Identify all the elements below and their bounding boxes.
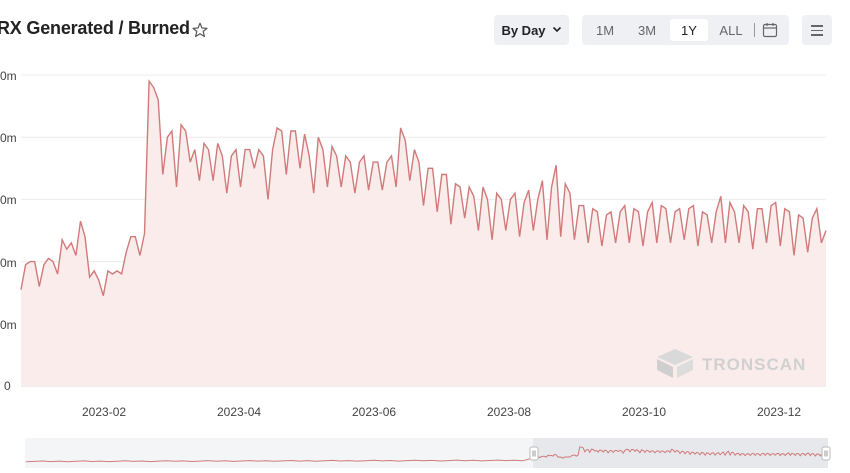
watermark-text: TRONSCAN [702,355,806,374]
navigator-left-handle[interactable] [529,446,539,461]
main-chart: TRONSCAN [20,74,831,468]
range-navigator [25,438,831,468]
navigator-right-handle[interactable] [821,446,831,461]
series-area [21,81,826,386]
